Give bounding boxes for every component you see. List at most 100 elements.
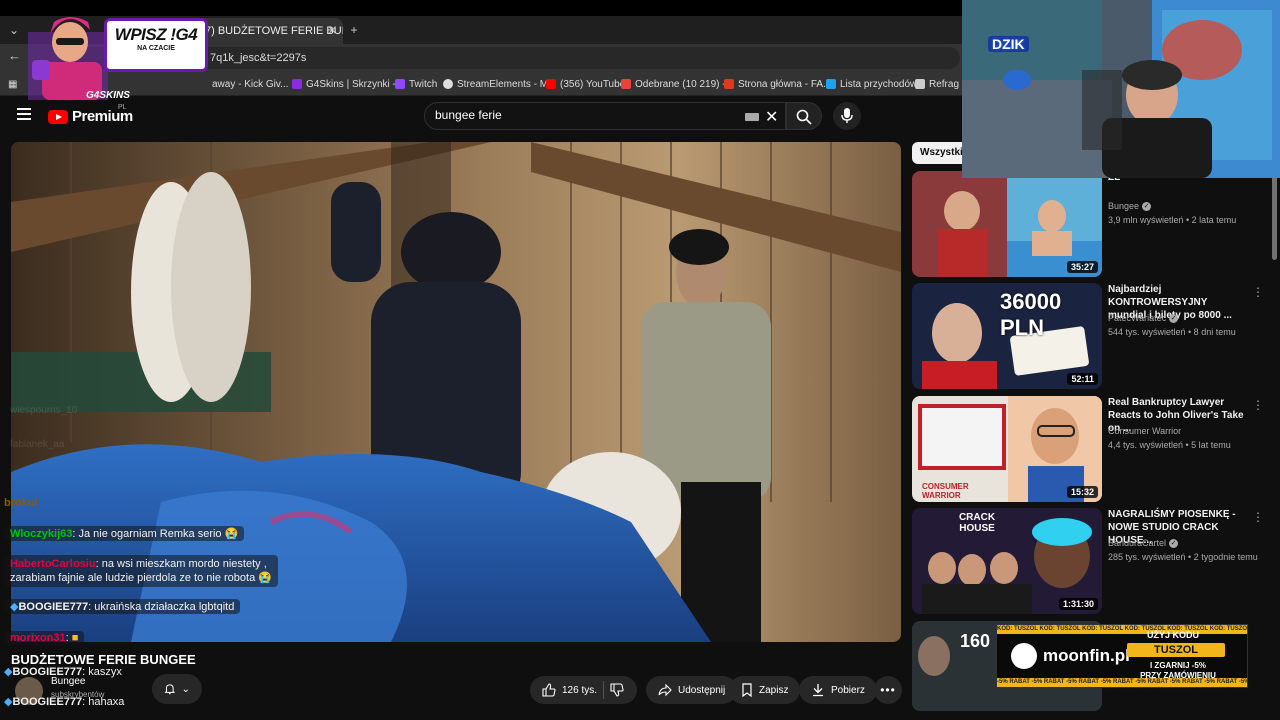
more-actions-button[interactable]: ••• xyxy=(874,676,902,704)
save-button[interactable]: Zapisz xyxy=(729,676,801,704)
bookmark-faceit[interactable]: Strona główna - FA... xyxy=(724,76,831,92)
video-duration: 15:32 xyxy=(1066,486,1098,498)
region-code: PL xyxy=(118,104,127,111)
chat-text-continued: zarabiam fajnie ale ludzie pierdola ze t… xyxy=(10,572,272,584)
chat-ghost-line: fabianek_aa xyxy=(10,439,65,450)
microphone-icon xyxy=(841,108,853,123)
video-thumbnail[interactable]: 35:27 xyxy=(912,171,1102,277)
bookmark-label: Strona główna - FA... xyxy=(738,78,832,90)
more-horizontal-icon: ••• xyxy=(880,683,896,697)
chat-overlay: wiespourns_10 fabianek_aa brokul Wloczyk… xyxy=(4,395,334,715)
g4skins-logo: G4SKINS xyxy=(86,90,130,101)
sidebar-scrollbar[interactable] xyxy=(1272,170,1277,260)
bookmark-youtube[interactable]: (356) YouTube xyxy=(546,76,625,92)
download-button[interactable]: Pobierz xyxy=(799,676,877,704)
bird-icon xyxy=(826,79,836,89)
share-button[interactable]: Udostępnij xyxy=(646,676,738,704)
chat-message: ◆BOOGIEE777: kaszyx xyxy=(4,666,122,678)
bookmark-income-list[interactable]: Lista przychodów xyxy=(826,76,917,92)
twitch-icon xyxy=(395,79,405,89)
chat-username: BOOGIEE777 xyxy=(12,666,83,678)
chat-message: Wloczykij63: Ja nie ogarniam Remka serio… xyxy=(4,526,245,541)
video-duration: 52:11 xyxy=(1067,373,1098,385)
tab-active[interactable]: 7) BUDŻETOWE FERIE BUNGE ✕ xyxy=(195,18,343,44)
bookmark-label: Lista przychodów xyxy=(840,78,918,90)
refrag-icon xyxy=(915,79,925,89)
video-thumbnail[interactable]: CONSUMER WARRIOR 15:32 xyxy=(912,396,1102,502)
more-vertical-icon[interactable]: ⋮ xyxy=(1252,510,1264,524)
moonfin-logo: moonfin.pl xyxy=(1011,643,1130,669)
chat-username: morixon31 xyxy=(10,632,66,644)
moonfin-brand: moonfin.pl xyxy=(1043,646,1130,665)
chat-message: ◆BOOGIEE777: ukraińska działaczka lgbtqi… xyxy=(4,599,241,614)
like-dislike-group: 126 tys. xyxy=(530,676,637,704)
search-icon xyxy=(796,109,812,125)
chat-text: na wsi mieszkam mordo niestety , xyxy=(101,558,267,570)
clear-search-icon[interactable]: ✕ xyxy=(765,107,778,127)
verified-icon: ✓ xyxy=(1169,313,1179,323)
video-thumbnail[interactable]: CRACK HOUSE 1:31:30 xyxy=(912,508,1102,614)
bookmark-label: (356) YouTube xyxy=(560,78,626,90)
menu-icon[interactable] xyxy=(17,108,31,120)
like-count[interactable]: 126 tys. xyxy=(562,685,597,696)
chat-message: HabertoCarlosiu: na wsi mieszkam mordo n… xyxy=(4,555,278,587)
chat-text: ukraińska działaczka lgbtqitd xyxy=(94,601,235,613)
recommendation-item[interactable]: 36000 PLN 52:11 Najbardziej KONTROWERSYJ… xyxy=(912,283,1272,389)
save-label: Zapisz xyxy=(759,684,789,696)
dislike-icon[interactable] xyxy=(610,683,624,697)
more-vertical-icon[interactable]: ⋮ xyxy=(1252,398,1264,412)
video-duration: 35:27 xyxy=(1066,261,1098,273)
tab-list-chevron-icon[interactable]: ⌄ xyxy=(4,20,24,40)
channel-name[interactable]: BanduraCartel ✓ xyxy=(1108,538,1179,548)
video-thumbnail[interactable]: 36000 PLN 52:11 xyxy=(912,283,1102,389)
ad-use-code-label: UŻYJ KODU xyxy=(1147,630,1200,640)
channel-name[interactable]: Bungee ✓ xyxy=(1108,201,1152,211)
streamelements-icon xyxy=(443,79,453,89)
url-text: 7q1k_jesc&t=2297s xyxy=(210,52,307,64)
bookmark-kick[interactable]: away - Kick Giv... xyxy=(212,76,289,92)
channel-name[interactable]: PatecWariatec ✓ xyxy=(1108,313,1179,323)
recommendation-item[interactable]: 35:27 ZŁ Bungee✓ 3,9 mln wyświetleń • 2 … xyxy=(912,171,1272,277)
share-label: Udostępnij xyxy=(678,684,726,696)
promo-subtitle: NA CZACIE xyxy=(137,45,175,52)
back-arrow-icon[interactable]: ← xyxy=(8,48,21,63)
chat-ghost-line: wiespourns_10 xyxy=(10,405,78,416)
search-button[interactable] xyxy=(786,102,822,130)
thumbnail-text: CRACK HOUSE xyxy=(958,512,996,534)
bookmark-label: StreamElements - M... xyxy=(457,78,557,90)
g4skins-promo-overlay: WPISZ !G4 NA CZACIE G4SKINS xyxy=(28,12,214,102)
search-input[interactable]: bungee ferie xyxy=(435,108,502,122)
moonfin-ad-overlay: KOD: TUSZOL KOD: TUSZOL KOD: TUSZOL KOD:… xyxy=(996,624,1248,688)
moonfin-mark-icon xyxy=(1011,643,1037,669)
verified-icon: ✓ xyxy=(1169,538,1179,548)
download-icon xyxy=(813,684,823,697)
like-icon[interactable] xyxy=(542,683,556,697)
bookmark-gmail[interactable]: Odebrane (10 219) -... xyxy=(621,76,734,92)
recommendation-item[interactable]: CRACK HOUSE 1:31:30 NAGRALIŚMY PIOSENKĘ … xyxy=(912,508,1272,614)
bookmark-twitch[interactable]: Twitch xyxy=(395,76,437,92)
apps-grid-icon[interactable]: ▦ xyxy=(8,76,17,92)
keyboard-icon[interactable] xyxy=(745,113,759,121)
emote-icon: ■ xyxy=(71,632,79,644)
video-meta: 544 tys. wyświetleń • 8 dni temu xyxy=(1108,327,1236,337)
faceit-icon xyxy=(724,79,734,89)
bookmark-streamelements[interactable]: StreamElements - M... xyxy=(443,76,556,92)
bookmark-icon xyxy=(742,683,752,697)
chat-text: Ja nie ogarniam Remka serio 😭 xyxy=(78,528,239,540)
new-tab-button[interactable]: + xyxy=(344,20,364,40)
voice-search-button[interactable] xyxy=(833,102,861,130)
ad-code: TUSZOL xyxy=(1127,643,1225,657)
chat-message: ◆BOOGIEE777: hahaxa xyxy=(4,696,125,708)
channel-name[interactable]: Consumer Warrior xyxy=(1108,426,1181,436)
thumbnail-text: CONSUMER WARRIOR xyxy=(922,482,969,500)
chat-username: BOOGIEE777 xyxy=(18,601,89,613)
tab-close-icon[interactable]: ✕ xyxy=(328,18,337,44)
gmail-icon xyxy=(621,79,631,89)
promo-title: WPISZ !G4 xyxy=(114,25,198,44)
verified-icon: ✓ xyxy=(1142,201,1152,211)
recommendation-item[interactable]: CONSUMER WARRIOR 15:32 Real Bankruptcy L… xyxy=(912,396,1272,502)
more-vertical-icon[interactable]: ⋮ xyxy=(1252,285,1264,299)
video-duration: 1:31:30 xyxy=(1058,598,1098,610)
bookmark-g4skins[interactable]: G4Skins | Skrzynki -... xyxy=(292,76,404,92)
search-box[interactable]: bungee ferie ✕ xyxy=(424,102,786,130)
